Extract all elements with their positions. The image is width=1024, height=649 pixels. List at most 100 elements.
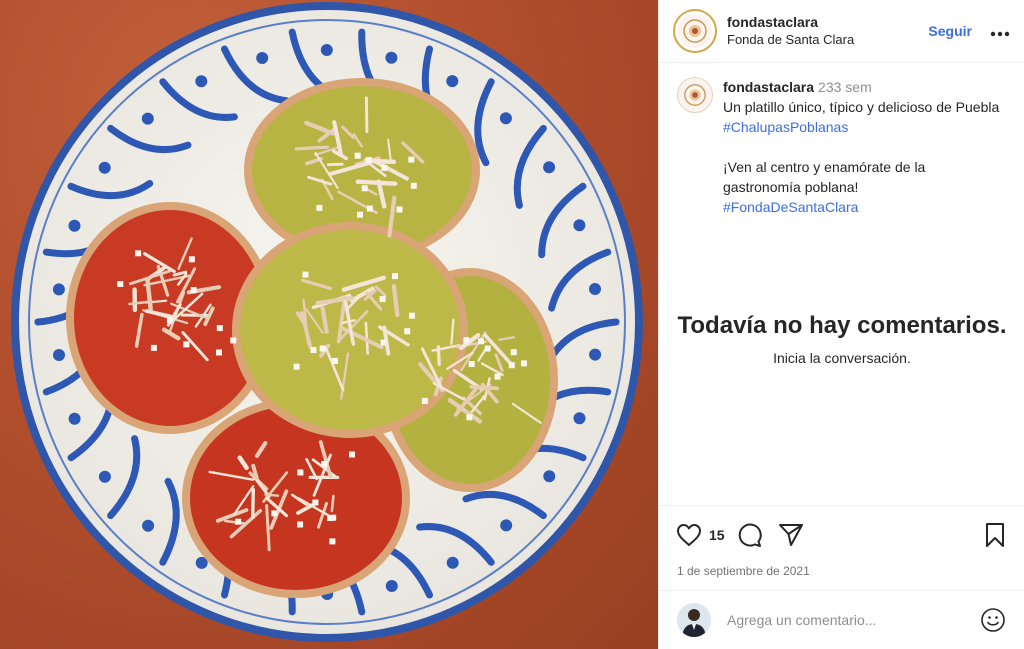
onion-piece xyxy=(421,397,428,404)
shredded-meat xyxy=(294,145,330,151)
onion-piece xyxy=(379,296,386,303)
onion-piece xyxy=(332,358,338,364)
plate-dot xyxy=(98,470,111,483)
plate-dot xyxy=(68,412,81,425)
onion-piece xyxy=(366,205,373,212)
post-caption: fondastaclara 233 sem Un platillo único, … xyxy=(659,63,1024,217)
onion-piece xyxy=(354,152,361,159)
comment-icon[interactable] xyxy=(735,521,763,549)
caption-username[interactable]: fondastaclara xyxy=(723,79,814,95)
plate-dot xyxy=(320,44,333,56)
onion-piece xyxy=(135,250,142,257)
header-location[interactable]: Fonda de Santa Clara xyxy=(727,31,928,49)
onion-piece xyxy=(312,499,319,506)
current-user-avatar[interactable] xyxy=(677,603,711,637)
onion-piece xyxy=(166,317,173,324)
more-horizontal-icon[interactable] xyxy=(990,26,1010,37)
follow-button[interactable]: Seguir xyxy=(928,23,972,39)
action-bar: 15 1 de septiembre de 2021 xyxy=(659,505,1024,585)
plate-dot xyxy=(446,556,459,569)
caption-avatar[interactable] xyxy=(677,77,713,113)
onion-piece xyxy=(404,328,411,335)
onion-piece xyxy=(330,514,337,521)
plate-dot xyxy=(499,112,512,125)
onion-piece xyxy=(365,157,372,164)
empty-comments: Todavía no hay comentarios. Inicia la co… xyxy=(659,310,1024,366)
onion-piece xyxy=(361,185,368,192)
header-username[interactable]: fondastaclara xyxy=(727,13,928,31)
onion-piece xyxy=(321,460,328,467)
shredded-meat xyxy=(264,493,280,497)
caption-body: fondastaclara 233 sem Un platillo único, … xyxy=(723,77,1003,217)
onion-piece xyxy=(466,414,473,421)
plate-dot xyxy=(500,519,513,532)
plate-dot xyxy=(589,348,602,361)
plate-dot xyxy=(68,219,81,232)
onion-piece xyxy=(216,349,222,356)
onion-piece xyxy=(117,281,124,287)
plate-dot xyxy=(385,580,398,592)
logo-icon xyxy=(678,14,712,48)
shredded-meat xyxy=(330,494,335,513)
plate-dot xyxy=(195,75,208,88)
instagram-post: fondastaclara Fonda de Santa Clara Segui… xyxy=(0,0,1024,649)
hashtag-link[interactable]: #FondaDeSantaClara xyxy=(723,199,858,215)
plate-dot xyxy=(141,112,154,125)
send-icon[interactable] xyxy=(777,521,805,549)
bookmark-icon[interactable] xyxy=(981,521,1009,549)
plate-dot xyxy=(543,470,556,483)
onion-piece xyxy=(188,256,195,263)
onion-piece xyxy=(216,325,223,332)
plate-dot xyxy=(589,283,601,295)
emoji-icon[interactable] xyxy=(979,606,1007,634)
onion-piece xyxy=(478,338,484,345)
shredded-meat xyxy=(250,487,256,520)
onion-piece xyxy=(297,521,304,528)
empty-title: Todavía no hay comentarios. xyxy=(677,312,1007,339)
onion-piece xyxy=(271,510,278,517)
plate-dot xyxy=(573,219,586,232)
likes-count[interactable]: 15 xyxy=(709,527,725,543)
plate-dot xyxy=(385,51,398,64)
shredded-meat xyxy=(436,345,441,366)
heart-icon[interactable] xyxy=(675,521,703,549)
action-row: 15 xyxy=(659,506,1024,550)
onion-piece xyxy=(357,211,363,218)
onion-piece xyxy=(349,451,355,458)
onion-piece xyxy=(508,362,515,369)
post-image[interactable] xyxy=(0,0,658,649)
comment-bar xyxy=(659,590,1024,649)
hashtag-link[interactable]: #ChalupasPoblanas xyxy=(723,119,848,135)
onion-piece xyxy=(302,271,309,278)
caption-line1: Un platillo único, típico y delicioso de… xyxy=(723,99,1000,115)
onion-piece xyxy=(494,373,501,380)
onion-piece xyxy=(319,345,326,352)
caption-line2: ¡Ven al centro y enamórate de la gastron… xyxy=(723,159,926,195)
post-date[interactable]: 1 de septiembre de 2021 xyxy=(659,550,1024,578)
onion-piece xyxy=(190,287,197,294)
onion-piece xyxy=(396,206,403,213)
onion-piece xyxy=(316,204,323,211)
comment-input[interactable] xyxy=(725,611,979,629)
onion-piece xyxy=(521,360,527,367)
plate-dot xyxy=(256,52,269,64)
profile-avatar[interactable] xyxy=(673,9,717,53)
onion-piece xyxy=(409,312,415,319)
onion-piece xyxy=(235,518,242,525)
post-panel: fondastaclara Fonda de Santa Clara Segui… xyxy=(658,0,1024,649)
plate-dot xyxy=(543,161,556,174)
plate-dot xyxy=(52,283,65,296)
onion-piece xyxy=(380,339,387,346)
onion-piece xyxy=(392,273,398,280)
plate-dot xyxy=(142,519,155,532)
shredded-meat xyxy=(355,179,398,186)
plate-dot xyxy=(446,75,459,88)
onion-piece xyxy=(310,347,317,353)
onion-piece xyxy=(410,182,417,189)
onion-piece xyxy=(150,344,157,351)
onion-piece xyxy=(183,341,190,348)
onion-piece xyxy=(381,164,388,171)
caption-time[interactable]: 233 sem xyxy=(818,79,872,95)
chalupas-photo xyxy=(11,2,643,642)
plate-dot xyxy=(573,412,586,425)
